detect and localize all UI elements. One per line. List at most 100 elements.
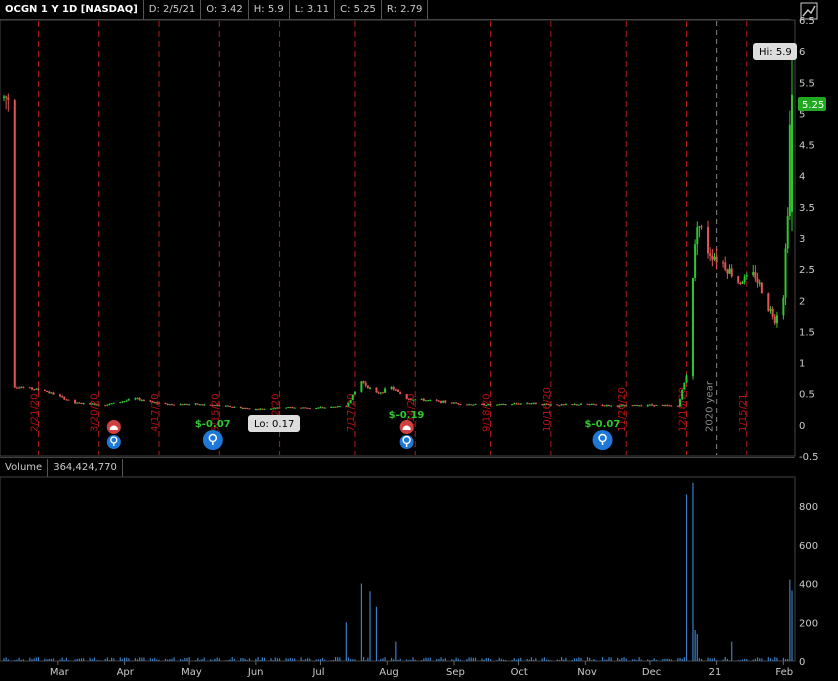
price-chart[interactable]: 2/21/20 3/20/20 4/17/20 5/15/20 6/12/20 7/17/… — [0, 0, 838, 681]
candle-body-166 — [502, 403, 505, 405]
price-axis[interactable]: -0.5 0 0.5 1 1.5 2 2.5 3 3.5 4 4.5 5 5.5 6 6.5 — [799, 16, 819, 463]
volume-bar-33 — [104, 658, 106, 661]
candle-body-133 — [405, 394, 408, 400]
candle-body-140 — [424, 400, 427, 402]
volume-bar-65 — [199, 659, 201, 661]
volume-pane[interactable] — [0, 476, 796, 662]
volume-bar-112 — [339, 657, 341, 661]
candle-body-46 — [140, 400, 143, 402]
candle-body-224 — [679, 399, 682, 407]
candle-body-79 — [241, 407, 244, 409]
candle-body-127 — [384, 388, 387, 393]
candle-body-98 — [300, 407, 303, 409]
volume-bar-6 — [20, 659, 22, 661]
candle-body-101 — [306, 407, 309, 409]
candle-body-235 — [711, 255, 714, 260]
candle-body-20 — [63, 396, 66, 400]
volume-bar-215 — [651, 660, 653, 661]
candle-body-71 — [216, 405, 219, 407]
candle-body-179 — [543, 403, 546, 405]
volume-bar-85 — [259, 660, 261, 661]
volume-bar-40 — [123, 657, 126, 661]
volume-bar-35 — [108, 660, 111, 661]
candle-body-12 — [37, 388, 40, 390]
candle-body-18 — [58, 394, 61, 397]
volume-bar-56 — [171, 658, 173, 661]
volume-bar-51 — [156, 659, 158, 661]
volume-bar-209 — [634, 659, 636, 661]
volume-bar-174 — [528, 659, 530, 661]
month-axis[interactable]: Mar Apr May Jun Jul Aug Sep Oct Nov Dec 21 Feb — [50, 661, 793, 678]
candle-body-36 — [110, 403, 113, 405]
volume-axis[interactable]: 0 200 400 600 800 — [799, 502, 818, 668]
candle-body-69 — [211, 405, 214, 407]
volume-bar-257 — [776, 657, 778, 661]
candle-body-86 — [261, 408, 264, 410]
candle-body-52 — [158, 402, 161, 404]
volume-bar-233 — [707, 657, 709, 661]
month-label-5: Aug — [379, 667, 399, 678]
candle-body-116 — [351, 394, 354, 401]
lightbulb-icon — [106, 435, 121, 449]
candle-body-249 — [754, 272, 757, 279]
candle-body-94 — [287, 407, 290, 409]
volume-bar-188 — [571, 660, 573, 661]
candle-body-109 — [332, 406, 335, 408]
volume-bar-69 — [212, 660, 214, 661]
volume-bar-30 — [93, 657, 96, 661]
candle-body-67 — [203, 404, 206, 406]
candle-body-43 — [134, 398, 137, 400]
volume-bar-120 — [365, 660, 367, 661]
volume-bar-136 — [412, 657, 414, 661]
volume-bar-36 — [111, 657, 113, 661]
candle-body-75 — [229, 405, 232, 407]
volume-bar-29 — [91, 659, 93, 661]
volume-tick-1: 200 — [799, 618, 818, 629]
candle-body-62 — [188, 404, 191, 406]
candle-body-16 — [50, 392, 53, 394]
candle-body-226 — [683, 382, 686, 390]
volume-bar-71 — [216, 657, 218, 661]
candle-body-128 — [390, 387, 393, 389]
candle-body-122 — [369, 387, 372, 389]
volume-bar-249 — [754, 658, 756, 661]
volume-bar-259 — [784, 659, 787, 661]
volume-bar-147 — [444, 658, 446, 661]
candle-body-254 — [769, 309, 772, 311]
volume-bar-8 — [29, 657, 31, 661]
candle-body-259 — [784, 248, 787, 298]
volume-tick-4: 800 — [799, 502, 818, 513]
price-tick-5: 2 — [799, 296, 805, 307]
candle-body-28 — [89, 402, 92, 405]
candle-body-261 — [788, 124, 791, 217]
candle-body-130 — [394, 389, 397, 391]
candle-body-99 — [302, 407, 305, 409]
candle-body-253 — [767, 293, 770, 311]
volume-bar-132 — [399, 658, 401, 661]
volume-tick-0: 0 — [799, 657, 805, 668]
volume-bar-57 — [173, 657, 175, 661]
candle-body-173 — [526, 403, 529, 405]
volume-bar-18 — [59, 659, 61, 661]
volume-bar-66 — [201, 659, 203, 661]
candle-body-257 — [775, 315, 778, 324]
volume-bar-206 — [623, 657, 625, 661]
candle-body-218 — [661, 405, 664, 407]
candle-body-13 — [43, 389, 46, 392]
candle-body-180 — [545, 403, 548, 405]
candle-body-76 — [231, 406, 234, 408]
candle-body-56 — [170, 404, 173, 406]
volume-bar-154 — [468, 657, 470, 661]
candle-body-141 — [427, 400, 430, 402]
earnings-label-2: $-0.07 — [195, 419, 231, 430]
volume-bar-156 — [472, 657, 474, 661]
candle-body-248 — [752, 272, 755, 276]
volume-bar-97 — [294, 658, 296, 661]
volume-bar-103 — [315, 659, 317, 661]
earnings-icon — [202, 430, 223, 450]
volume-bar-110 — [334, 657, 337, 661]
price-tick-3: 1 — [799, 359, 805, 370]
candle-body-251 — [758, 282, 761, 284]
candle-body-82 — [248, 408, 251, 410]
candle-body-162 — [489, 404, 492, 406]
